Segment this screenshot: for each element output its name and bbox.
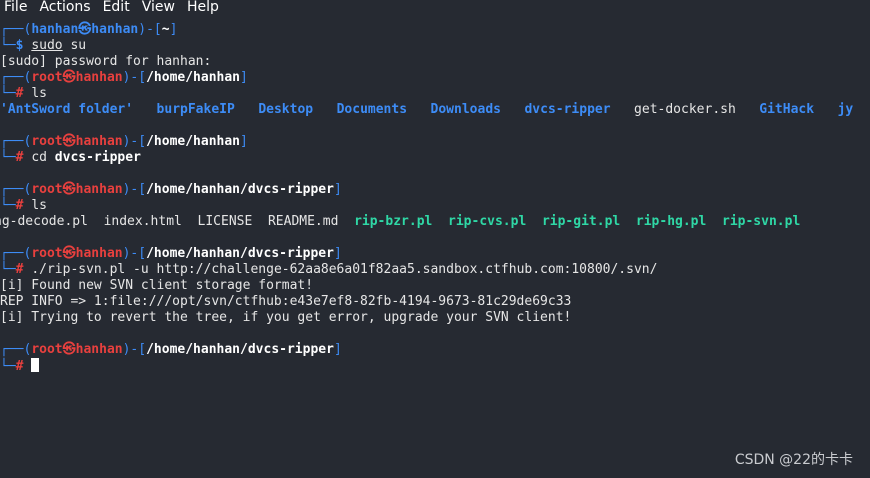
command-line: └─# cd dvcs-ripper bbox=[0, 150, 141, 165]
dir-downloads: Downloads bbox=[430, 102, 501, 117]
terminal-window[interactable]: File Actions Edit View Help ┌──(hanhan㉿hanha… bbox=[0, 0, 870, 478]
ls-output-home: 'AntSword folder' burpFakeIP Desktop Doc… bbox=[0, 102, 870, 118]
file-index: index.html bbox=[103, 214, 182, 229]
file-rip-hg: rip-hg.pl bbox=[635, 214, 707, 229]
menu-file[interactable]: File bbox=[4, 0, 27, 14]
menu-help[interactable]: Help bbox=[187, 0, 219, 14]
command-line[interactable]: └─# bbox=[0, 358, 870, 374]
command-line: └─# ./rip-svn.pl -u http://challenge-62a… bbox=[0, 262, 658, 277]
dir-burpfakeip: burpFakeIP bbox=[156, 102, 235, 117]
prompt-line: ┌──(root㉿hanhan)-[/home/hanhan/dvcs-ripp… bbox=[0, 342, 342, 357]
file-rip-bzr: rip-bzr.pl bbox=[354, 214, 433, 229]
file-get-docker: get-docker.sh bbox=[634, 102, 736, 117]
menu-edit[interactable]: Edit bbox=[103, 0, 130, 14]
file-license: LICENSE bbox=[197, 214, 253, 229]
prompt-line: ┌──(root㉿hanhan)-[/home/hanhan] bbox=[0, 134, 248, 149]
command-line: └─# ls bbox=[0, 198, 47, 213]
dir-antsword: 'AntSword folder' bbox=[0, 102, 134, 117]
prompt-line: ┌──(root㉿hanhan)-[/home/hanhan] bbox=[0, 70, 248, 85]
prompt-line: ┌──(hanhan㉿hanhan)-[~] bbox=[0, 22, 178, 37]
prompt-line: ┌──(root㉿hanhan)-[/home/hanhan/dvcs-ripp… bbox=[0, 246, 342, 261]
file-rip-svn: rip-svn.pl bbox=[722, 214, 801, 229]
file-readme: README.md bbox=[267, 214, 339, 229]
command-rip-svn: ./rip-svn.pl -u http://challenge-62aa8e6… bbox=[31, 262, 658, 277]
menu-view[interactable]: View bbox=[142, 0, 175, 14]
file-hg-decode: hg-decode.pl bbox=[0, 214, 88, 229]
dir-githack: GitHack bbox=[759, 102, 815, 117]
dir-desktop: Desktop bbox=[258, 102, 314, 117]
sudo-password-prompt: [sudo] password for hanhan: bbox=[0, 54, 212, 69]
menu-bar: File Actions Edit View Help bbox=[0, 0, 870, 14]
command-line: └─# ls bbox=[0, 86, 47, 101]
output-line: [i] Trying to revert the tree, if you ge… bbox=[0, 310, 572, 325]
menu-actions[interactable]: Actions bbox=[39, 0, 90, 14]
command-line: └─$ sudo su bbox=[0, 38, 87, 53]
prompt-line: ┌──(root㉿hanhan)-[/home/hanhan/dvcs-ripp… bbox=[0, 182, 342, 197]
terminal-output[interactable]: ┌──(hanhan㉿hanhan)-[~] └─$ sudo su [sudo… bbox=[0, 22, 870, 374]
file-rip-cvs: rip-cvs.pl bbox=[448, 214, 527, 229]
dir-jy: jy bbox=[837, 102, 854, 117]
command-sudo: sudo bbox=[31, 38, 63, 53]
output-line: [i] Found new SVN client storage format! bbox=[0, 278, 314, 293]
file-rip-git: rip-git.pl bbox=[541, 214, 621, 229]
dir-dvcs-ripper: dvcs-ripper bbox=[524, 102, 611, 117]
output-line: REP INFO => 1:file:///opt/svn/ctfhub:e43… bbox=[0, 294, 572, 309]
text-cursor[interactable] bbox=[31, 358, 40, 372]
ls-output-dvcs: hg-decode.pl index.html LICENSE README.m… bbox=[0, 214, 870, 230]
dir-documents: Documents bbox=[336, 102, 408, 117]
watermark: CSDN @22的卡卡 bbox=[734, 452, 853, 468]
